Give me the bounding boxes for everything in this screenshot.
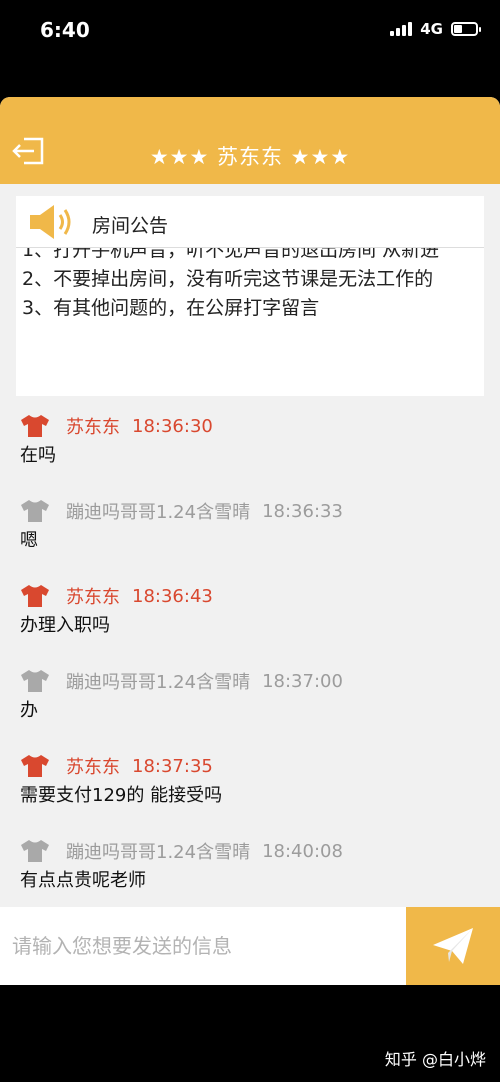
message-text: 有点点贵呢老师 (20, 870, 146, 891)
status-time: 6:40 (40, 18, 90, 42)
message-text: 办理入职吗 (20, 615, 110, 636)
shirt-icon (21, 585, 49, 607)
shirt-icon (21, 755, 49, 777)
message-sender: 蹦迪吗哥哥1.24含雪晴 (66, 842, 251, 863)
watermark: 知乎 @白小烨 (384, 1050, 486, 1069)
status-bar: 6:40 4G (0, 0, 500, 60)
speaker-icon (30, 205, 71, 239)
message-text: 嗯 (20, 530, 38, 551)
page-title: ★★★ 苏东东 ★★★ (149, 145, 351, 169)
network-label: 4G (420, 20, 443, 38)
message-header: 苏东东 18:36:30 (20, 413, 213, 439)
chat-message: 蹦迪吗哥哥1.24含雪晴 18:37:00 办 (0, 664, 500, 744)
send-button[interactable] (406, 907, 500, 985)
chat-message: 苏东东 18:36:43 办理入职吗 (0, 579, 500, 659)
chat-message: 苏东东 18:37:35 需要支付129的 能接受吗 (0, 749, 500, 829)
status-indicators: 4G (390, 20, 481, 38)
message-time: 18:36:33 (262, 500, 343, 522)
message-time: 18:36:30 (132, 415, 213, 437)
message-sender: 苏东东 (66, 757, 120, 778)
notice-line: 2、不要掉出房间，没有听完这节课是无法工作的 (22, 268, 434, 290)
shirt-icon (21, 670, 49, 692)
message-text: 需要支付129的 能接受吗 (20, 785, 223, 806)
signal-icon (390, 22, 413, 36)
message-time: 18:37:00 (262, 670, 343, 692)
message-sender: 苏东东 (66, 417, 120, 438)
notice-title: 房间公告 (92, 215, 169, 237)
message-header: 蹦迪吗哥哥1.24含雪晴 18:36:33 (20, 498, 343, 524)
chat-message: 蹦迪吗哥哥1.24含雪晴 18:36:33 嗯 (0, 494, 500, 574)
message-header: 苏东东 18:37:35 (20, 753, 213, 779)
message-time: 18:40:08 (262, 840, 343, 862)
message-text: 在吗 (20, 445, 56, 466)
header-bar: ★★★ 苏东东 ★★★ (0, 97, 500, 184)
message-sender: 苏东东 (66, 587, 120, 608)
message-composer (0, 907, 500, 985)
chat-room-screen: ★★★ 苏东东 ★★★ 1、打开手机声音，听不见声音的退出房间 从新进 2、不要… (0, 97, 500, 985)
message-time: 18:37:35 (132, 755, 213, 777)
message-header: 蹦迪吗哥哥1.24含雪晴 18:37:00 (20, 668, 343, 694)
chat-message: 苏东东 18:36:30 在吗 (0, 409, 500, 489)
shirt-icon (21, 840, 49, 862)
message-input[interactable] (0, 907, 406, 985)
message-sender: 蹦迪吗哥哥1.24含雪晴 (66, 672, 251, 693)
shirt-icon (21, 415, 49, 437)
send-icon (433, 928, 473, 964)
message-sender: 蹦迪吗哥哥1.24含雪晴 (66, 502, 251, 523)
notice-line: 3、有其他问题的，在公屏打字留言 (22, 297, 320, 319)
message-time: 18:36:43 (132, 585, 213, 607)
notice-body: 1、打开手机声音，听不见声音的退出房间 从新进 2、不要掉出房间，没有听完这节课… (22, 236, 478, 323)
message-header: 苏东东 18:36:43 (20, 583, 213, 609)
shirt-icon (21, 500, 49, 522)
room-notice-panel: 1、打开手机声音，听不见声音的退出房间 从新进 2、不要掉出房间，没有听完这节课… (16, 196, 484, 396)
message-text: 办 (20, 700, 38, 721)
message-header: 蹦迪吗哥哥1.24含雪晴 18:40:08 (20, 838, 343, 864)
chat-message: 蹦迪吗哥哥1.24含雪晴 18:40:08 有点点贵呢老师 (0, 834, 500, 914)
battery-icon (451, 22, 481, 36)
notice-header: 房间公告 (16, 196, 484, 248)
